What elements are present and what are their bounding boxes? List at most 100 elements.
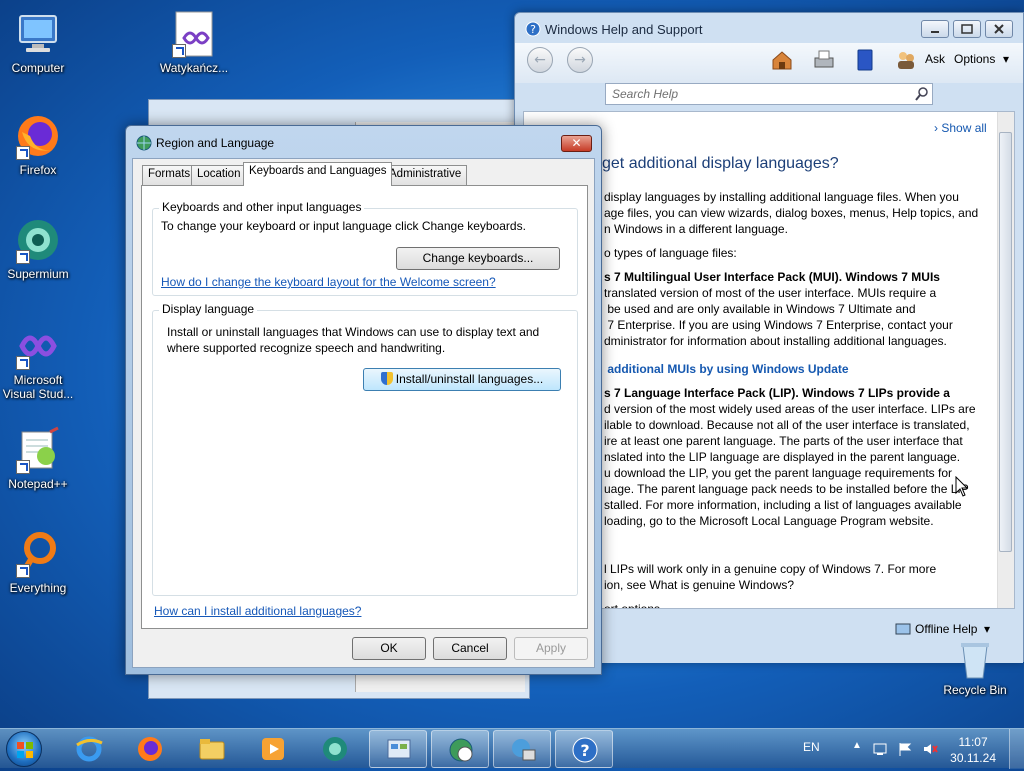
taskbar-supermium[interactable] [306, 730, 364, 768]
print-icon[interactable] [813, 49, 835, 71]
desktop-icon-label: Watykańcz... [159, 61, 229, 75]
show-all-link[interactable]: › Show all [934, 120, 987, 136]
visual-studio-file-icon [170, 10, 218, 58]
taskbar-help-support[interactable]: ? [555, 730, 613, 768]
article-heading: get additional display languages? [602, 155, 839, 172]
action-center-icon[interactable] [872, 741, 888, 757]
article-subheading: s 7 Language Interface Pack (LIP). Windo… [604, 386, 950, 400]
desktop-icon-label: Firefox [19, 163, 57, 177]
article-line: n Windows in a different language. [604, 222, 788, 236]
browse-help-icon[interactable] [854, 49, 876, 71]
taskbar-control-panel[interactable] [369, 730, 427, 768]
search-icon[interactable] [915, 87, 929, 101]
options-chevron-down-icon[interactable]: ▾ [1003, 52, 1009, 66]
support-options-label[interactable]: ort options [604, 601, 660, 608]
scrollbar-thumb[interactable] [999, 132, 1012, 552]
article-line: l LIPs will work only in a genuine copy … [604, 562, 937, 576]
desktop-icon-computer[interactable]: Computer [0, 10, 76, 75]
region-language-dialog[interactable]: Region and Language ✕ Formats Location K… [125, 125, 602, 675]
internet-explorer-icon [76, 736, 103, 762]
show-hidden-icons-chevron-up-icon[interactable]: ▲ [852, 740, 862, 751]
taskbar-region-language[interactable] [431, 730, 489, 768]
folder-icon [199, 739, 225, 760]
article-line: translated version of most of the user i… [604, 286, 937, 300]
options-menu[interactable]: Options [954, 52, 995, 66]
firefox-icon [138, 737, 162, 761]
maximize-button[interactable] [953, 20, 981, 38]
tab-administrative[interactable]: Administrative [383, 165, 468, 185]
display-language-group-title: Display language [159, 302, 258, 316]
install-uninstall-languages-button[interactable]: Install/uninstall languages... [363, 368, 561, 391]
article-line: ilable to download. Because not all of t… [604, 418, 970, 432]
show-desktop-button[interactable] [1009, 729, 1024, 769]
home-icon[interactable] [771, 49, 793, 71]
help-window-title: Windows Help and Support [545, 22, 703, 37]
article-line: dministrator for information about insta… [604, 334, 947, 348]
svg-text:?: ? [580, 741, 589, 760]
desktop-icon-everything[interactable]: Everything [0, 530, 76, 595]
system-clock[interactable]: 11:07 30.11.24 [950, 734, 996, 766]
ask-icon[interactable] [895, 49, 917, 71]
help-icon: ? [525, 21, 541, 37]
uac-shield-icon [380, 372, 393, 385]
tab-location[interactable]: Location [191, 165, 247, 185]
keyboards-languages-panel: Keyboards and other input languages To c… [141, 185, 588, 629]
article-line: d version of the most widely used areas … [604, 402, 976, 416]
flag-icon[interactable] [897, 741, 913, 757]
dialog-close-button[interactable]: ✕ [561, 135, 592, 152]
tab-keyboards-and-languages[interactable]: Keyboards and Languages [243, 162, 393, 186]
ok-button[interactable]: OK [352, 637, 426, 660]
article-line: age files, you can view wizards, dialog … [604, 206, 979, 220]
input-language-indicator[interactable]: EN [803, 740, 820, 754]
everything-search-icon [14, 530, 62, 578]
desktop-icon-recycle-bin[interactable]: Recycle Bin [937, 640, 1013, 697]
search-help-input[interactable]: Search Help [605, 83, 933, 105]
desktop-icon-notepad-plus-plus[interactable]: Notepad++ [0, 426, 76, 491]
desktop-icon-watykancz[interactable]: Watykańcz... [156, 10, 232, 75]
visual-studio-icon [14, 322, 62, 370]
volume-muted-icon[interactable] [922, 741, 938, 757]
welcome-screen-keyboard-link[interactable]: How do I change the keyboard layout for … [161, 275, 496, 289]
forward-arrow-icon[interactable]: → [567, 47, 593, 73]
taskbar-media-player[interactable] [244, 730, 302, 768]
cancel-button[interactable]: Cancel [433, 637, 507, 660]
taskbar-explorer[interactable] [183, 730, 241, 768]
tab-formats[interactable]: Formats [142, 165, 197, 185]
supermium-icon [323, 737, 347, 761]
taskbar-internet-explorer[interactable] [60, 730, 118, 768]
notepad-plus-plus-icon [14, 426, 62, 474]
keyboards-group-title: Keyboards and other input languages [159, 200, 365, 214]
install-additional-languages-link[interactable]: How can I install additional languages? [154, 604, 361, 618]
display-language-description-line1: Install or uninstall languages that Wind… [167, 325, 540, 339]
minimize-button[interactable] [921, 20, 949, 38]
start-button[interactable] [6, 731, 42, 767]
desktop-icon-supermium[interactable]: Supermium [0, 216, 76, 281]
desktop-icon-label: Computer [11, 61, 65, 75]
back-arrow-icon[interactable]: ← [527, 47, 553, 73]
change-keyboards-button[interactable]: Change keyboards... [396, 247, 560, 270]
clock-date: 30.11.24 [950, 751, 996, 765]
vertical-scrollbar[interactable] [997, 112, 1014, 608]
mouse-cursor-icon [955, 476, 969, 497]
desktop-icon-label: Recycle Bin [943, 683, 1007, 697]
display-language-group: Display language Install or uninstall la… [152, 302, 578, 596]
dialog-body: Formats Location Keyboards and Languages… [132, 158, 595, 668]
close-button[interactable] [985, 20, 1013, 38]
display-language-description-line2: where supported recognize speech and han… [167, 341, 446, 355]
help-icon: ? [572, 737, 598, 763]
computer-icon [14, 10, 62, 58]
svg-text:?: ? [530, 23, 536, 36]
offline-help-chevron-down-icon[interactable]: ▾ [984, 622, 990, 636]
article-line: display languages by installing addition… [604, 190, 959, 204]
taskbar-firefox[interactable] [121, 730, 179, 768]
desktop-icon-firefox[interactable]: Firefox [0, 112, 76, 177]
desktop-icon-visual-studio[interactable]: Microsoft Visual Stud... [0, 322, 76, 401]
offline-help-menu[interactable]: Offline Help [915, 622, 977, 636]
dialog-title: Region and Language [156, 136, 275, 150]
taskbar-network[interactable] [493, 730, 551, 768]
windows-update-mui-link[interactable]: additional MUIs by using Windows Update [604, 361, 848, 377]
apply-button[interactable]: Apply [514, 637, 588, 660]
article-line: stalled. For more information, including… [604, 498, 962, 512]
ask-label[interactable]: Ask [925, 52, 945, 66]
firefox-icon [14, 112, 62, 160]
